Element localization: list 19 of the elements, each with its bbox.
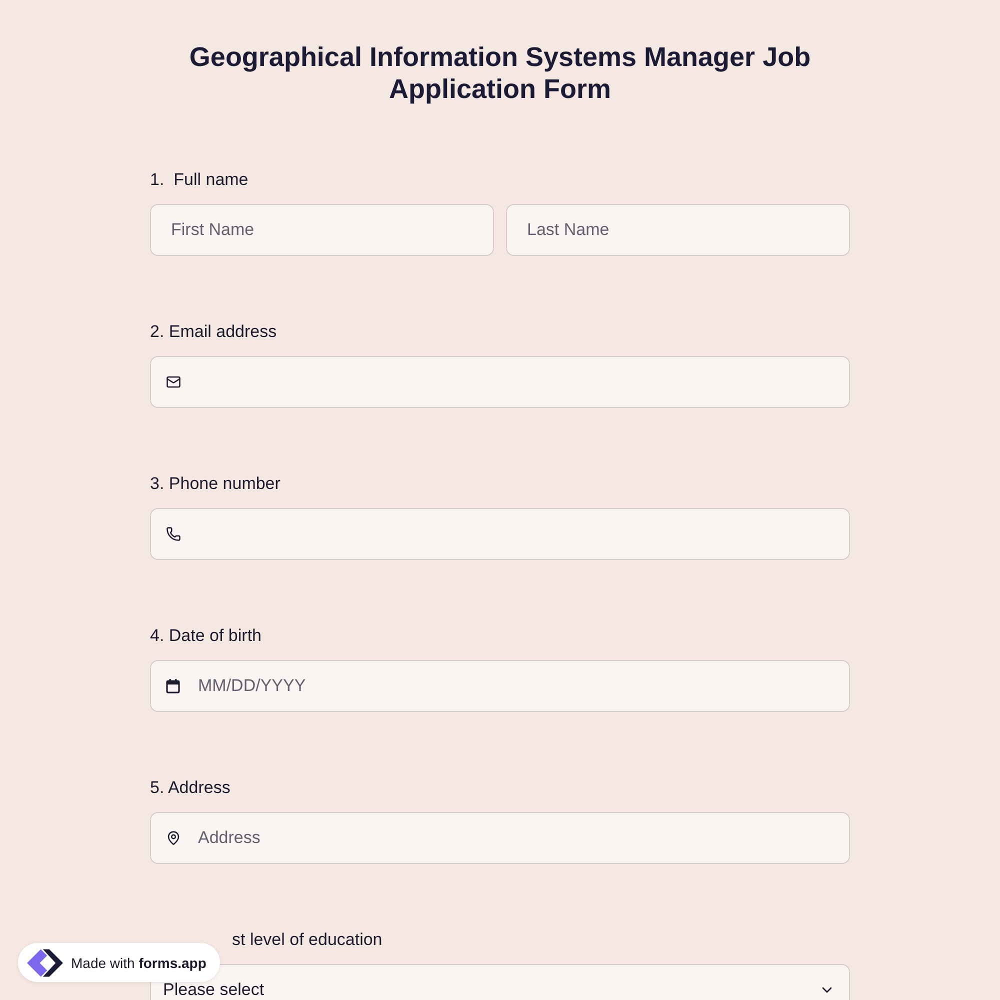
email-field[interactable]: [150, 356, 850, 408]
question-label: 1. Full name: [150, 169, 248, 191]
made-with-badge[interactable]: Made with forms.app: [18, 943, 220, 982]
address-field[interactable]: Address: [150, 812, 850, 864]
text-field[interactable]: First Name: [150, 204, 494, 256]
question-label: 3. Phone number: [150, 473, 280, 495]
date-field[interactable]: MM/DD/YYYY: [150, 660, 850, 712]
question-label: 5. Address: [150, 777, 230, 799]
question-label: 4. Date of birth: [150, 625, 262, 647]
form-title: Geographical Information Systems Manager Job Application Form: [188, 41, 812, 105]
phone-icon: [166, 526, 181, 542]
calendar-icon: [166, 678, 180, 694]
mail-icon: [166, 374, 181, 390]
phone-field[interactable]: [150, 508, 850, 560]
chevron-logo-icon: [27, 948, 63, 976]
text-field[interactable]: Last Name: [506, 204, 850, 256]
map-pin-icon: [166, 830, 181, 846]
question-label: st level of education: [232, 929, 382, 951]
question-label: 2. Email address: [150, 321, 277, 343]
